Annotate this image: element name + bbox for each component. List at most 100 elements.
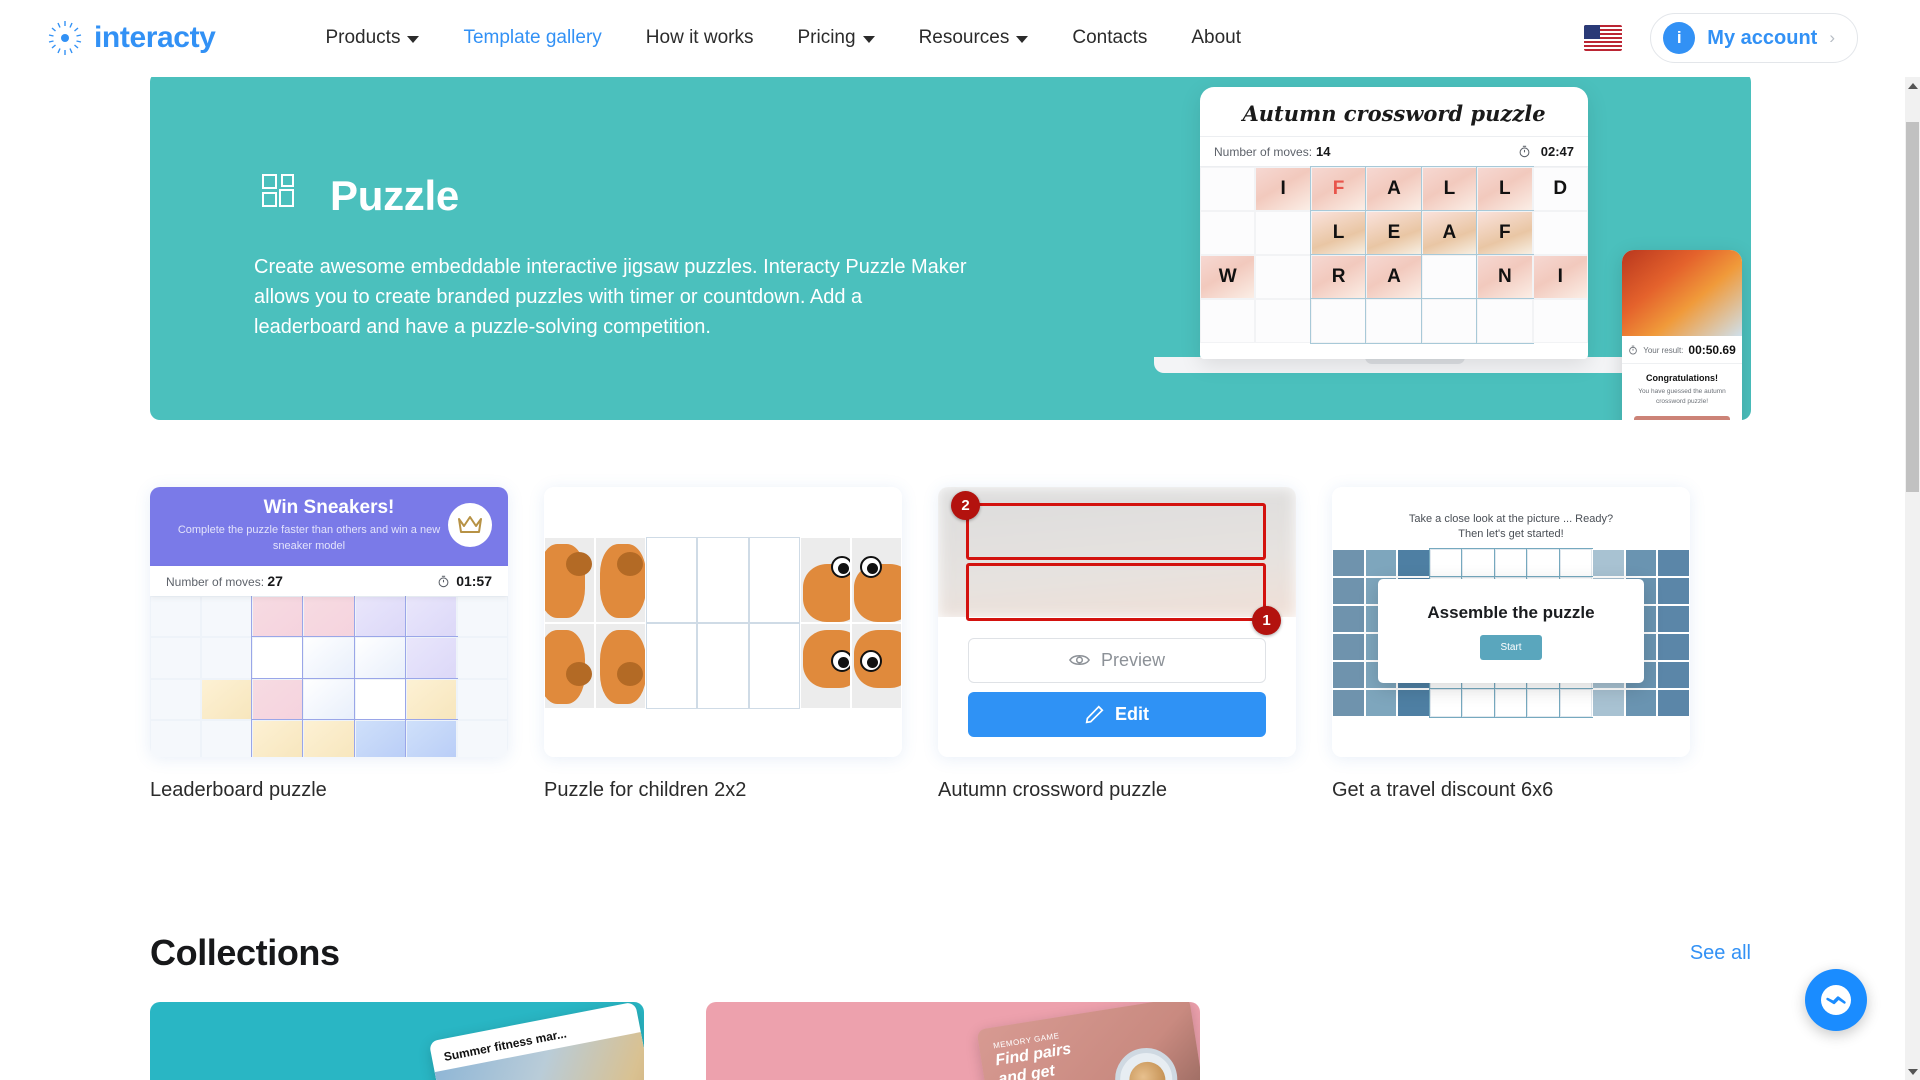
puzzle-piece[interactable]: [850, 623, 902, 709]
crossword-cell[interactable]: [1532, 211, 1588, 255]
puzzle-piece[interactable]: [1624, 549, 1658, 577]
crossword-cell[interactable]: [1420, 254, 1479, 300]
crossword-cell[interactable]: [1476, 298, 1534, 344]
puzzle-cell[interactable]: [302, 594, 356, 639]
puzzle-cell[interactable]: [251, 636, 305, 680]
crossword-cell[interactable]: L: [1309, 210, 1368, 256]
puzzle-piece[interactable]: [1592, 689, 1625, 717]
puzzle-piece[interactable]: [850, 537, 902, 623]
puzzle-cell[interactable]: [456, 596, 508, 638]
crossword-cell[interactable]: [1532, 299, 1588, 343]
puzzle-piece[interactable]: [799, 537, 851, 623]
crossword-cell[interactable]: A: [1365, 254, 1423, 300]
puzzle-slot[interactable]: [1558, 548, 1594, 578]
puzzle-cell[interactable]: [201, 637, 253, 679]
puzzle-cell[interactable]: [150, 637, 202, 679]
puzzle-cell[interactable]: [404, 594, 458, 639]
puzzle-piece[interactable]: [1397, 549, 1430, 577]
puzzle-slot[interactable]: [1526, 548, 1561, 578]
crossword-cell[interactable]: F: [1476, 210, 1534, 256]
see-all-link[interactable]: See all: [1690, 942, 1751, 965]
puzzle-cell[interactable]: [201, 596, 253, 638]
puzzle-slot[interactable]: [1461, 548, 1496, 578]
puzzle-cell[interactable]: [404, 718, 458, 757]
nav-item-template-gallery[interactable]: Template gallery: [441, 27, 623, 49]
crossword-cell[interactable]: [1309, 298, 1368, 344]
puzzle-piece[interactable]: [1332, 577, 1365, 605]
puzzle-piece[interactable]: [595, 623, 647, 709]
puzzle-piece[interactable]: [595, 537, 647, 623]
puzzle-piece[interactable]: [1332, 605, 1365, 633]
template-card[interactable]: Take a close look at the picture ... Rea…: [1332, 487, 1690, 802]
puzzle-cell[interactable]: [302, 718, 356, 757]
puzzle-piece[interactable]: [544, 623, 596, 709]
scrollbar-up-button[interactable]: [1905, 77, 1920, 94]
puzzle-piece[interactable]: [1657, 549, 1690, 577]
puzzle-piece[interactable]: [1332, 633, 1365, 661]
puzzle-cell[interactable]: [201, 719, 253, 757]
crossword-cell[interactable]: I: [1255, 167, 1311, 211]
puzzle-piece[interactable]: [1397, 689, 1430, 717]
puzzle-cell[interactable]: [150, 596, 202, 638]
puzzle-cell[interactable]: [353, 718, 407, 757]
nav-item-products[interactable]: Products: [303, 27, 441, 49]
edit-button[interactable]: Edit: [968, 691, 1266, 737]
crossword-cell[interactable]: [1255, 211, 1311, 255]
puzzle-cell[interactable]: [302, 636, 356, 680]
crossword-cell[interactable]: [1200, 299, 1256, 343]
crossword-cell[interactable]: [1420, 298, 1479, 344]
nav-item-about[interactable]: About: [1169, 27, 1263, 49]
template-thumbnail[interactable]: Win Sneakers! Complete the puzzle faster…: [150, 487, 508, 757]
template-card[interactable]: Puzzle for children 2x2: [544, 487, 902, 802]
crossword-cell[interactable]: R: [1309, 254, 1368, 300]
crossword-cell[interactable]: [1255, 255, 1311, 299]
crossword-cell[interactable]: D: [1532, 167, 1588, 211]
crossword-cell[interactable]: W: [1200, 255, 1256, 299]
puzzle-cell[interactable]: [150, 678, 202, 720]
puzzle-piece[interactable]: [1364, 549, 1398, 577]
nav-item-contacts[interactable]: Contacts: [1050, 27, 1169, 49]
puzzle-piece[interactable]: [1657, 633, 1690, 661]
collection-card-lead-magnets[interactable]: Summer fitness mar... LEAD MAGNETS: [150, 1002, 644, 1080]
scrollbar[interactable]: [1905, 77, 1920, 1080]
puzzle-cell[interactable]: [251, 677, 305, 721]
puzzle-slot[interactable]: [1493, 688, 1529, 718]
template-thumbnail[interactable]: Preview Edit 2 1: [938, 487, 1296, 757]
puzzle-cell[interactable]: [404, 636, 458, 680]
puzzle-cell[interactable]: [353, 677, 407, 721]
puzzle-piece[interactable]: [1657, 661, 1690, 689]
preview-button[interactable]: Preview: [968, 637, 1266, 683]
crossword-cell[interactable]: F: [1309, 166, 1368, 212]
crossword-cell[interactable]: [1365, 298, 1423, 344]
crossword-cell[interactable]: L: [1476, 166, 1534, 212]
logo[interactable]: interacty: [46, 19, 216, 57]
puzzle-piece[interactable]: [1592, 549, 1625, 577]
puzzle-cell[interactable]: [404, 677, 458, 721]
my-account-button[interactable]: i My account ›: [1650, 13, 1858, 63]
crossword-cell[interactable]: N: [1476, 254, 1534, 300]
puzzle-cell[interactable]: [353, 594, 407, 639]
get-a-gift-button[interactable]: Get a gift: [1634, 416, 1730, 420]
us-flag-icon[interactable]: [1584, 25, 1623, 51]
collection-card-marketing-games[interactable]: MEMORY GAME Find pairs and get a prize! …: [706, 1002, 1200, 1080]
puzzle-piece[interactable]: [544, 537, 596, 623]
scrollbar-thumb[interactable]: [1906, 122, 1919, 492]
nav-item-pricing[interactable]: Pricing: [775, 27, 896, 49]
nav-item-how-it-works[interactable]: How it works: [624, 27, 776, 49]
puzzle-slot[interactable]: [748, 537, 800, 623]
puzzle-slot[interactable]: [697, 623, 749, 709]
crossword-cell[interactable]: [1200, 211, 1256, 255]
template-card[interactable]: Win Sneakers! Complete the puzzle faster…: [150, 487, 508, 802]
crossword-cell[interactable]: E: [1365, 210, 1423, 256]
puzzle-piece[interactable]: [799, 623, 851, 709]
puzzle-cell[interactable]: [251, 594, 305, 639]
puzzle-slot[interactable]: [646, 537, 698, 623]
crossword-cell[interactable]: [1255, 299, 1311, 343]
crossword-cell[interactable]: A: [1365, 166, 1423, 212]
crossword-cell[interactable]: I: [1532, 255, 1588, 299]
puzzle-slot[interactable]: [1461, 688, 1496, 718]
puzzle-cell[interactable]: [150, 719, 202, 757]
nav-item-resources[interactable]: Resources: [897, 27, 1051, 49]
crossword-cell[interactable]: A: [1420, 210, 1479, 256]
puzzle-slot[interactable]: [1428, 688, 1464, 718]
